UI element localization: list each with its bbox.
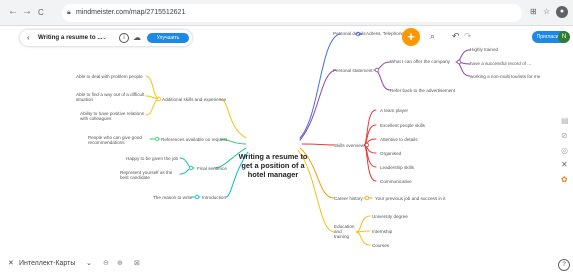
topic-offer-child-3[interactable]: working a non-multi tourists for me: [470, 74, 540, 79]
browser-profile-icon[interactable]: ●: [556, 6, 568, 18]
topic-additional[interactable]: Additional skills and experience: [162, 97, 226, 102]
topic-final-child-1[interactable]: Happy to be given the job: [126, 156, 178, 161]
branch-line-additional: [219, 98, 247, 139]
topic-refer[interactable]: Refer back to the advertisement: [390, 88, 455, 93]
forward-button[interactable]: →: [22, 7, 32, 17]
star-icon[interactable]: ☆: [543, 8, 550, 16]
topic-final-child-2[interactable]: Represent yourself as the best candidate: [120, 170, 180, 180]
extensions-icon[interactable]: ⊞: [530, 8, 537, 16]
topic-skill-1[interactable]: A team player: [380, 108, 408, 113]
top-toolbar: + ⌕ ↶ ↷ Пригласить: [402, 28, 570, 46]
style-icon[interactable]: ✿: [561, 175, 568, 184]
undo-icon[interactable]: ↶: [452, 31, 460, 41]
zoom-out-icon[interactable]: ⊖: [103, 259, 109, 269]
topic-education-child-1[interactable]: University degree: [372, 214, 408, 219]
branch-line-skills: [301, 143, 335, 146]
user-avatar[interactable]: N: [558, 31, 570, 43]
tools-icon[interactable]: ✕: [561, 160, 568, 169]
topic-offer-child-2[interactable]: have a successful record of ...: [470, 61, 531, 66]
help-button[interactable]: ?: [558, 259, 570, 271]
topic-career-child[interactable]: Your previous job and success in it: [375, 196, 446, 201]
topic-skill-3[interactable]: Attentive to details: [380, 137, 418, 142]
comment-icon[interactable]: ◎: [561, 146, 568, 155]
topic-education-child-2[interactable]: Internship: [372, 229, 392, 234]
back-button[interactable]: ←: [8, 7, 18, 17]
mindmap-logo-icon: ✕: [8, 260, 14, 267]
upgrade-label: Улучшить: [156, 35, 180, 41]
topic-skill-6[interactable]: Communicative: [380, 179, 412, 184]
cloud-icon[interactable]: ☁: [133, 33, 141, 42]
topic-additional-child-3[interactable]: Ability to have positive relations with …: [80, 111, 146, 121]
branch-line-personal-details: [299, 33, 341, 139]
brand-dropdown-icon[interactable]: ⌄: [86, 259, 92, 269]
add-topic-button[interactable]: +: [402, 28, 420, 46]
browser-toolbar: ← → C 🔒︎ mindmeister.com/map/2715512621 …: [0, 0, 573, 26]
topic-education[interactable]: Education and training: [334, 224, 356, 239]
topic-intro[interactable]: Introduction: [202, 195, 226, 200]
brand-label[interactable]: Интеллект-Карты: [19, 259, 75, 269]
mindmap-canvas[interactable]: Writing a resume to get a position of a …: [0, 26, 573, 273]
topic-intro-child[interactable]: The reason to write: [153, 195, 192, 200]
topic-personal-statement[interactable]: Personal statement: [333, 68, 373, 73]
topic-career[interactable]: Career history: [334, 196, 363, 201]
topic-personal-details[interactable]: Personal details: [333, 31, 366, 36]
info-icon[interactable]: i: [119, 33, 129, 43]
fit-screen-icon[interactable]: ⊠: [134, 259, 140, 269]
topic-references-child[interactable]: People who can give good recommendations: [88, 135, 150, 145]
topic-additional-child-2[interactable]: Able to find a way out of a difficult si…: [76, 92, 146, 102]
chevron-left-icon[interactable]: ‹: [27, 33, 30, 42]
address-bar[interactable]: 🔒︎ mindmeister.com/map/2715512621: [62, 4, 522, 22]
topic-skill-4[interactable]: Organised: [380, 151, 401, 156]
upgrade-button[interactable]: Улучшить: [147, 33, 189, 43]
attachment-icon[interactable]: ⊘: [561, 131, 568, 140]
map-title[interactable]: Writing a resume to ...: [38, 34, 103, 41]
central-topic[interactable]: Writing a resume to get a position of a …: [236, 152, 310, 179]
map-title-bar: ‹ Writing a resume to ... ⌄ i ☁ Улучшить: [20, 30, 192, 46]
topic-skill-2[interactable]: Excellent people skills: [380, 123, 425, 128]
topic-education-child-3[interactable]: Courses: [372, 243, 389, 248]
topic-skills[interactable]: Skills overview: [334, 143, 364, 148]
reload-button[interactable]: C: [38, 8, 44, 18]
topic-offer[interactable]: What I can offer the company: [390, 59, 450, 64]
topic-final[interactable]: Final sentence: [197, 166, 227, 171]
topic-additional-child-1[interactable]: Able to deal with problem people: [76, 74, 143, 79]
zoom-in-icon[interactable]: ⊕: [117, 259, 123, 269]
notes-icon[interactable]: ▤: [561, 116, 569, 125]
url-text: mindmeister.com/map/2715512621: [76, 9, 186, 16]
redo-icon[interactable]: ↷: [464, 31, 472, 41]
topic-references[interactable]: References available on request: [161, 137, 227, 142]
search-icon[interactable]: ⌕: [430, 31, 435, 41]
topic-offer-child-1[interactable]: Highly trained: [470, 47, 498, 52]
topic-skill-5[interactable]: Leadership skills: [380, 165, 414, 170]
lock-icon: 🔒︎: [67, 9, 71, 16]
chevron-down-icon[interactable]: ⌄: [102, 34, 107, 41]
